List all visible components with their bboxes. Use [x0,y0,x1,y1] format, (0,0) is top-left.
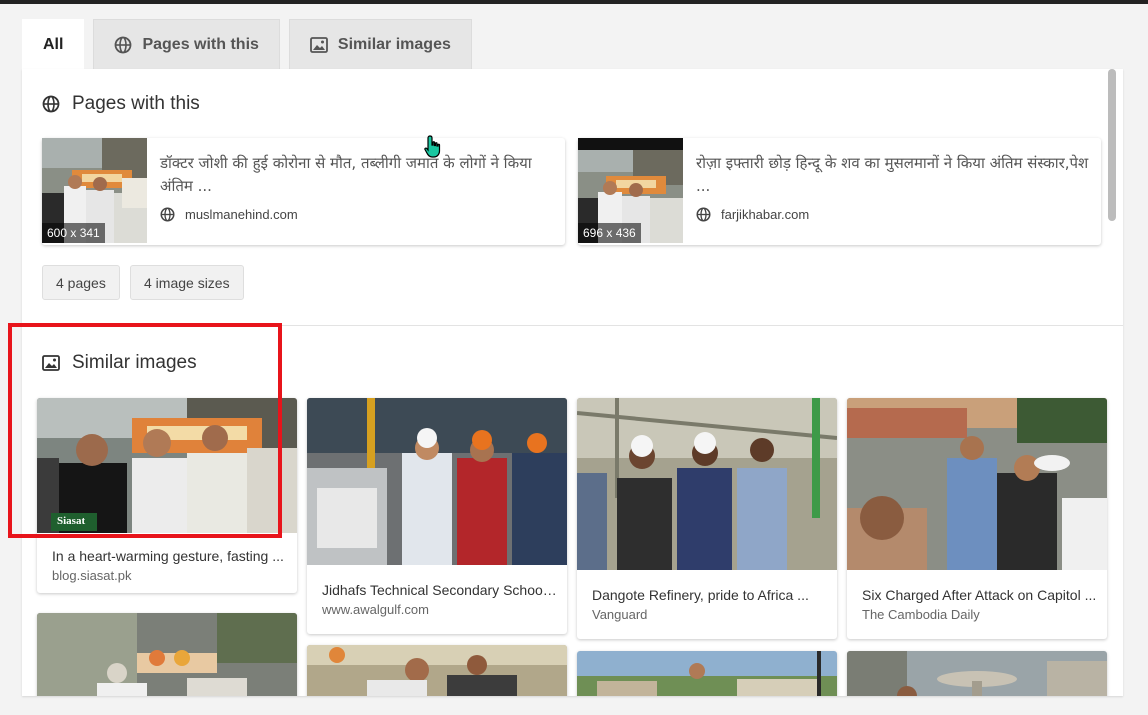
similar-image-card-6[interactable] [307,645,567,696]
similar-section-title: Similar images [42,352,197,374]
hand-cursor-icon [424,135,441,158]
tab-pages-label: Pages with this [142,35,259,53]
page-thumbnail: 600 x 341 [42,138,147,243]
similar-source: Vanguard [592,607,648,622]
similar-caption[interactable]: In a heart-warming gesture, fasting ... [52,548,287,564]
tab-similar-label: Similar images [337,35,451,53]
tab-all-label: All [43,35,64,53]
page-site: farjikhabar.com [696,207,809,222]
page-site-label: muslmanehind.com [185,207,298,222]
similar-thumbnail [307,645,567,696]
similar-thumbnail [847,651,1107,696]
similar-thumbnail [577,651,837,696]
tab-similar-images[interactable]: Similar images [288,19,472,69]
tab-pages-with-this[interactable]: Pages with this [93,19,280,69]
similar-thumbnail [577,398,837,570]
page-site-label: farjikhabar.com [721,207,810,222]
similar-thumbnail [307,398,567,565]
similar-image-card-3[interactable]: Dangote Refinery, pride to Africa ... Va… [577,398,837,639]
page-card-2[interactable]: 696 x 436 रोज़ा इफ्तारी छोड़ हिन्दू के श… [578,138,1101,245]
similar-caption[interactable]: Jidhafs Technical Secondary School ... [322,582,557,598]
similar-caption[interactable]: Six Charged After Attack on Capitol ... [862,587,1097,603]
pages-count-chip[interactable]: 4 pages [42,265,120,300]
siasat-watermark: Siasat [57,515,86,527]
top-bar [0,0,1148,4]
image-icon [310,36,328,53]
page-thumbnail: 696 x 436 [578,138,683,243]
pages-section-title: Pages with this [42,93,200,115]
results-panel: Pages with this 600 x 341 डॉक्टर जोशी की… [22,69,1123,696]
tab-bar: All Pages with this Similar images [22,19,481,69]
globe-icon [160,207,175,222]
page-card-1[interactable]: 600 x 341 डॉक्टर जोशी की हुई कोरोना से म… [42,138,565,245]
similar-caption[interactable]: Dangote Refinery, pride to Africa ... [592,587,827,603]
similar-thumbnail [847,398,1107,570]
section-divider [22,325,1123,326]
similar-thumbnail [37,613,297,696]
image-dimensions: 600 x 341 [42,223,105,243]
similar-source: blog.siasat.pk [52,568,132,583]
page-site: muslmanehind.com [160,207,298,222]
similar-image-card-8[interactable] [847,651,1107,696]
pages-section-label: Pages with this [72,93,200,114]
similar-image-card-7[interactable] [577,651,837,696]
similar-image-card-5[interactable] [37,613,297,696]
similar-source: www.awalgulf.com [322,602,429,617]
globe-icon [115,36,132,53]
similar-thumbnail: Siasat [37,398,297,533]
image-icon [42,355,60,371]
tab-all[interactable]: All [22,19,85,69]
similar-source: The Cambodia Daily [862,607,980,622]
image-sizes-chip[interactable]: 4 image sizes [130,265,244,300]
similar-image-card-2[interactable]: Jidhafs Technical Secondary School ... w… [307,398,567,634]
globe-icon [696,207,711,222]
similar-section-label: Similar images [72,352,197,373]
page-title-link[interactable]: रोज़ा इफ्तारी छोड़ हिन्दू के शव का मुसलम… [696,152,1096,198]
scrollbar-thumb[interactable] [1108,69,1116,221]
image-dimensions: 696 x 436 [578,223,641,243]
globe-icon [42,95,60,113]
page-title-link[interactable]: डॉक्टर जोशी की हुई कोरोना से मौत, तब्लीग… [160,152,560,198]
similar-image-card-1[interactable]: Siasat In a heart-warming gesture, fasti… [37,398,297,593]
similar-image-card-4[interactable]: Six Charged After Attack on Capitol ... … [847,398,1107,639]
